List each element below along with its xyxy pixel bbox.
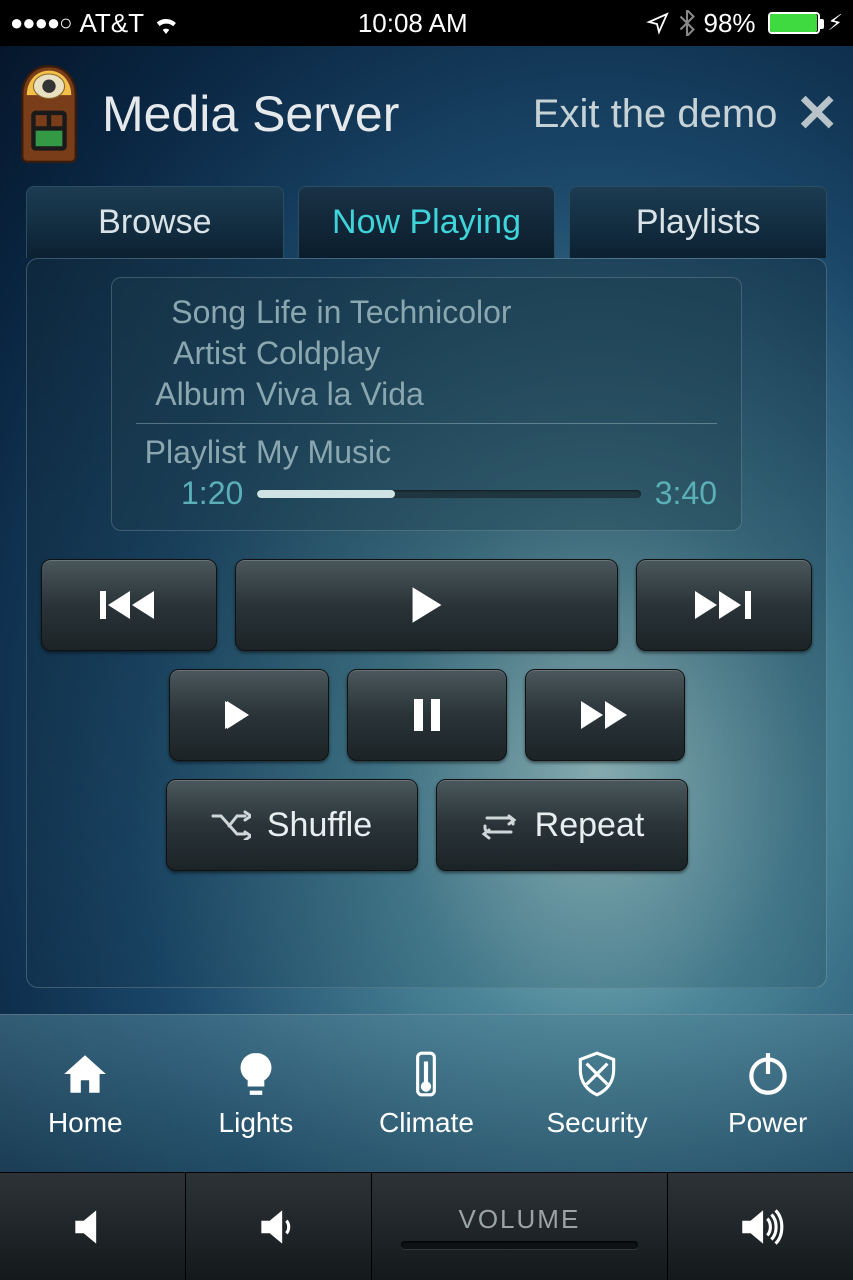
lightbulb-icon (231, 1049, 281, 1099)
volume-mute-icon (67, 1202, 117, 1252)
location-icon (646, 11, 670, 35)
repeat-button[interactable]: Repeat (436, 779, 688, 871)
home-icon (60, 1049, 110, 1099)
rewind-button[interactable] (169, 669, 329, 761)
prev-track-button[interactable] (41, 559, 217, 651)
page-title: Media Server (102, 85, 399, 143)
progress-slider[interactable] (257, 490, 640, 498)
divider (136, 423, 717, 424)
shuffle-icon (211, 810, 251, 840)
nav-home-label: Home (48, 1107, 123, 1139)
tabs: Browse Now Playing Playlists (0, 186, 853, 258)
album-label: Album (136, 376, 246, 413)
volume-slider-area: VOLUME (372, 1173, 669, 1280)
volume-down-button[interactable] (186, 1173, 372, 1280)
wifi-icon (152, 12, 180, 34)
thermometer-icon (401, 1049, 451, 1099)
song-label: Song (136, 294, 246, 331)
time-elapsed: 1:20 (181, 475, 243, 512)
nav-lights[interactable]: Lights (171, 1015, 342, 1172)
volume-mute-button[interactable] (0, 1173, 186, 1280)
pause-button[interactable] (347, 669, 507, 761)
now-playing-info: Song Life in Technicolor Artist Coldplay… (111, 277, 742, 531)
nav-climate-label: Climate (379, 1107, 474, 1139)
volume-high-icon (736, 1202, 786, 1252)
nav-power[interactable]: Power (682, 1015, 853, 1172)
status-bar: ●●●●○ AT&T 10:08 AM 98% ⚡︎ (0, 0, 853, 46)
repeat-icon (479, 810, 519, 840)
shuffle-label: Shuffle (267, 806, 372, 845)
nav-security[interactable]: Security (512, 1015, 683, 1172)
playlist-value: My Music (256, 434, 391, 471)
header: Media Server Exit the demo ✕ (0, 46, 853, 186)
volume-bar: VOLUME (0, 1172, 853, 1280)
nav-security-label: Security (547, 1107, 648, 1139)
next-track-button[interactable] (636, 559, 812, 651)
song-value: Life in Technicolor (256, 294, 512, 331)
fast-forward-button[interactable] (525, 669, 685, 761)
nav-climate[interactable]: Climate (341, 1015, 512, 1172)
close-icon[interactable]: ✕ (795, 88, 839, 140)
nav-power-label: Power (728, 1107, 807, 1139)
repeat-label: Repeat (535, 806, 645, 845)
battery-icon (768, 12, 820, 34)
clock: 10:08 AM (358, 8, 468, 39)
jukebox-icon (14, 64, 84, 164)
tab-browse[interactable]: Browse (26, 186, 284, 258)
nav-lights-label: Lights (219, 1107, 294, 1139)
volume-up-button[interactable] (668, 1173, 853, 1280)
exit-demo-button[interactable]: Exit the demo (533, 92, 778, 137)
volume-low-icon (253, 1202, 303, 1252)
time-total: 3:40 (655, 475, 717, 512)
shield-icon (572, 1049, 622, 1099)
volume-label: VOLUME (458, 1204, 580, 1235)
album-value: Viva la Vida (256, 376, 424, 413)
volume-slider[interactable] (401, 1241, 638, 1249)
shuffle-button[interactable]: Shuffle (166, 779, 418, 871)
artist-value: Coldplay (256, 335, 381, 372)
bottom-nav: Home Lights Climate Security Power (0, 1014, 853, 1172)
tab-playlists[interactable]: Playlists (569, 186, 827, 258)
carrier-label: AT&T (79, 8, 144, 39)
progress-fill (257, 490, 395, 498)
play-button[interactable] (235, 559, 619, 651)
nav-home[interactable]: Home (0, 1015, 171, 1172)
charging-icon: ⚡︎ (828, 10, 843, 36)
battery-pct: 98% (704, 8, 756, 39)
playlist-label: Playlist (136, 434, 246, 471)
main-panel: Song Life in Technicolor Artist Coldplay… (26, 258, 827, 988)
bluetooth-icon (678, 10, 696, 36)
artist-label: Artist (136, 335, 246, 372)
signal-dots-icon: ●●●●○ (10, 10, 71, 36)
tab-now-playing[interactable]: Now Playing (298, 186, 556, 258)
power-icon (743, 1049, 793, 1099)
